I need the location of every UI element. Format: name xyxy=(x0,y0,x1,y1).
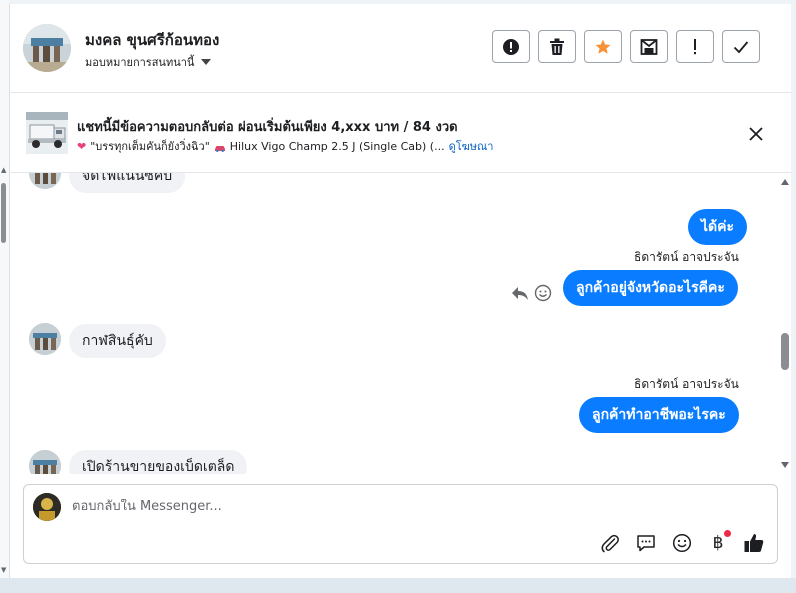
contact-name: มงคล ขุนศรีก้อนทอง xyxy=(85,31,220,49)
outgoing-message[interactable]: ลูกค้าอยู่จังหวัดอะไรคีคะ xyxy=(563,270,738,306)
mark-unread-icon xyxy=(640,38,658,55)
trash-icon xyxy=(550,38,564,55)
star-button[interactable] xyxy=(584,30,622,63)
composer-tools: ฿ xyxy=(599,530,765,554)
react-emoji-icon[interactable] xyxy=(534,284,552,302)
chat-scrollbar[interactable] xyxy=(779,173,791,474)
left-scroll-up-icon[interactable]: ▲ xyxy=(1,166,6,174)
scroll-up-icon[interactable] xyxy=(781,179,789,185)
conversation-header: มงคล ขุนศรีก้อนทอง มอบหมายการสนทนานี้ xyxy=(10,4,791,93)
customer-avatar[interactable] xyxy=(29,173,61,189)
conversation-panel: มงคล ขุนศรีก้อนทอง มอบหมายการสนทนานี้ แช… xyxy=(9,4,791,578)
quick-reply-icon xyxy=(637,535,655,552)
chat-scroll-thumb[interactable] xyxy=(781,333,789,370)
saved-replies-button[interactable] xyxy=(635,532,657,554)
notification-dot xyxy=(724,530,731,537)
view-ad-link[interactable]: ดูโฆษณา xyxy=(449,137,494,155)
ad-reply-banner: แชทนี้มีข้อความตอบกลับต่อ ผ่อนเริ่มต้นเพ… xyxy=(10,93,791,173)
assign-conversation-dropdown[interactable]: มอบหมายการสนทนานี้ xyxy=(85,53,212,71)
mark-done-button[interactable] xyxy=(722,30,760,63)
baht-icon: ฿ xyxy=(712,533,724,553)
caret-down-icon xyxy=(201,59,212,65)
paperclip-icon xyxy=(601,534,619,553)
car-model: Hilux Vigo Champ 2.5 J (Single Cab) (... xyxy=(229,139,445,153)
left-scroll-down-icon[interactable]: ▼ xyxy=(1,566,6,574)
left-scroll-thumb[interactable] xyxy=(1,183,6,243)
customer-avatar[interactable] xyxy=(29,323,61,355)
ad-subtitle-row: ❤ "บรรทุกเต็มคันก็ยังวิ่งฉิว" Hilux Vigo… xyxy=(77,137,493,155)
sender-name: ธิดารัตน์ อาจประจัน xyxy=(634,377,739,391)
reply-icon[interactable] xyxy=(511,285,529,301)
ad-thumbnail[interactable] xyxy=(26,112,68,154)
left-scrollbar[interactable]: ▲ ▼ xyxy=(0,0,9,593)
sender-name: ธิดารัตน์ อาจประจัน xyxy=(634,250,739,264)
header-actions xyxy=(492,30,760,63)
follow-up-button[interactable] xyxy=(676,30,714,63)
customer-avatar[interactable] xyxy=(29,450,61,474)
alert-circle-icon xyxy=(503,38,519,55)
emoji-button[interactable] xyxy=(671,532,693,554)
emoji-icon xyxy=(672,533,692,553)
mark-unread-button[interactable] xyxy=(630,30,668,63)
incoming-message[interactable]: จัดไฟแนนซ์คับ xyxy=(69,173,186,193)
exclamation-icon xyxy=(694,38,696,54)
reply-composer: ฿ xyxy=(23,484,778,564)
outgoing-message[interactable]: ได้ค่ะ xyxy=(688,209,748,245)
car-icon xyxy=(214,142,226,153)
like-button[interactable] xyxy=(743,532,765,554)
close-icon xyxy=(749,127,763,141)
spam-alert-button[interactable] xyxy=(492,30,530,63)
reply-input[interactable] xyxy=(72,499,672,514)
contact-avatar[interactable] xyxy=(23,24,71,72)
scroll-down-icon[interactable] xyxy=(781,462,789,468)
incoming-message[interactable]: เปิดร้านขายของเบ็ดเตล็ด xyxy=(69,450,248,474)
assign-label: มอบหมายการสนทนานี้ xyxy=(85,56,195,69)
checkmark-icon xyxy=(733,40,749,53)
delete-button[interactable] xyxy=(538,30,576,63)
ad-subtitle: "บรรทุกเต็มคันก็ยังวิ่งฉิว" xyxy=(90,140,210,153)
attach-button[interactable] xyxy=(599,532,621,554)
bottom-margin xyxy=(0,578,796,593)
page-avatar xyxy=(33,493,61,521)
message-list[interactable]: จัดไฟแนนซ์คับ ได้ค่ะ ธิดารัตน์ อาจประจัน… xyxy=(10,173,791,474)
incoming-message[interactable]: กาฬสินธุ์คับ xyxy=(69,324,166,358)
payment-button[interactable]: ฿ xyxy=(707,530,731,554)
ad-title: แชทนี้มีข้อความตอบกลับต่อ ผ่อนเริ่มต้นเพ… xyxy=(77,120,458,135)
outgoing-message[interactable]: ลูกค้าทำอาชีพอะไรคะ xyxy=(579,397,739,433)
star-icon xyxy=(595,39,611,54)
thumbs-up-icon xyxy=(744,534,764,552)
close-banner-button[interactable] xyxy=(747,125,765,143)
heart-icon: ❤ xyxy=(77,139,87,153)
